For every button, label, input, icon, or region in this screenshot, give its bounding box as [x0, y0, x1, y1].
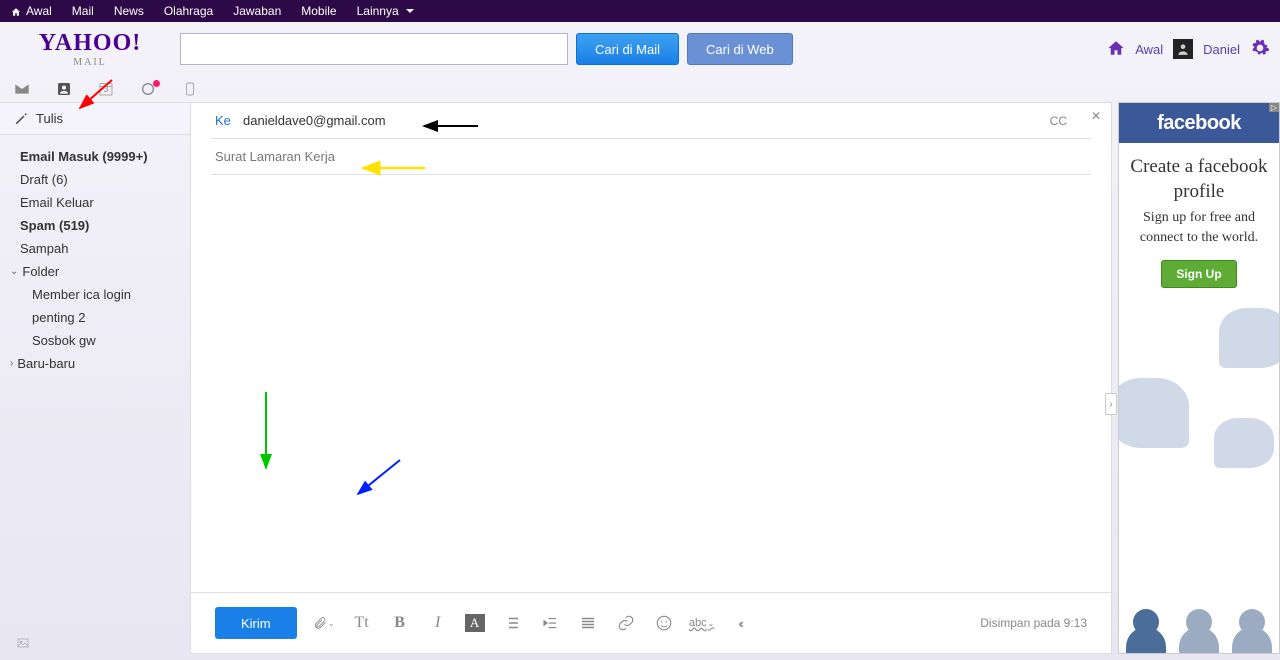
align-icon[interactable] — [577, 612, 599, 634]
folder-draft[interactable]: Draft (6) — [0, 168, 190, 191]
compose-label: Tulis — [36, 111, 63, 126]
highlight-icon[interactable]: A — [465, 614, 485, 632]
user-name[interactable]: Daniel — [1203, 42, 1240, 57]
compose-button[interactable]: Tulis — [0, 102, 190, 135]
folder-custom-1[interactable]: Member ica login — [0, 283, 190, 306]
send-button[interactable]: Kirim — [215, 607, 297, 639]
panel-collapse-handle[interactable]: › — [1105, 393, 1117, 415]
link-icon[interactable] — [615, 612, 637, 634]
nav-answers[interactable]: Jawaban — [233, 4, 281, 18]
to-label: Ke — [215, 113, 243, 128]
logo-product: MAIL — [0, 57, 180, 68]
chevron-right-icon: › — [10, 358, 13, 369]
user-area: Awal Daniel — [1107, 38, 1270, 61]
ad-badge: ▷ — [1269, 103, 1279, 112]
bold-icon[interactable]: B — [389, 612, 411, 634]
ad-headline: Create a facebook profile — [1119, 143, 1279, 208]
calendar-icon[interactable]: 3 — [96, 80, 116, 98]
home-icon[interactable] — [1107, 39, 1125, 60]
home-icon — [10, 6, 22, 16]
nav-mail[interactable]: Mail — [72, 4, 94, 18]
app-switcher: 3 — [0, 76, 1280, 102]
search-mail-button[interactable]: Cari di Mail — [576, 33, 679, 65]
sidebar: Tulis Email Masuk (9999+) Draft (6) Emai… — [0, 102, 190, 660]
compose-header: ✕ Ke danieldave0@gmail.com CC Surat Lama… — [191, 103, 1111, 175]
collapse-toolbar-icon[interactable]: ‹‹ — [729, 612, 751, 634]
emoji-icon[interactable] — [653, 612, 675, 634]
font-icon[interactable]: Tt — [351, 612, 373, 634]
logo-brand: YAHOO! — [0, 30, 180, 57]
subject-field[interactable]: Surat Lamaran Kerja — [191, 139, 1111, 174]
compose-body[interactable] — [191, 175, 1111, 592]
compose-toolbar: Kirim ⌄ Tt B I A abc⌄ ‹‹ Disimpan pada 9… — [191, 592, 1111, 653]
image-icon[interactable] — [16, 637, 30, 652]
nav-home-label: Awal — [26, 4, 52, 18]
nav-home[interactable]: Awal — [10, 4, 52, 18]
to-field[interactable]: Ke danieldave0@gmail.com CC — [191, 103, 1111, 138]
pencil-icon — [14, 112, 28, 126]
notepad-icon[interactable] — [138, 80, 158, 98]
folder-trash[interactable]: Sampah — [0, 237, 190, 260]
close-icon[interactable]: ✕ — [1091, 109, 1101, 123]
nav-news[interactable]: News — [114, 4, 144, 18]
to-value: danieldave0@gmail.com — [243, 113, 1050, 128]
search-input[interactable] — [180, 33, 568, 65]
mail-icon[interactable] — [12, 80, 32, 98]
spellcheck-icon[interactable]: abc⌄ — [691, 612, 713, 634]
folder-custom-2[interactable]: penting 2 — [0, 306, 190, 329]
ad-header: facebook — [1119, 103, 1279, 143]
chevron-down-icon: ⌄ — [10, 266, 18, 277]
global-nav: Awal Mail News Olahraga Jawaban Mobile L… — [0, 0, 1280, 22]
indent-icon[interactable] — [539, 612, 561, 634]
logo[interactable]: YAHOO! MAIL — [0, 30, 180, 68]
ad-artwork — [1119, 288, 1279, 653]
folder-inbox[interactable]: Email Masuk (9999+) — [0, 145, 190, 168]
italic-icon[interactable]: I — [427, 612, 449, 634]
compose-pane: ✕ Ke danieldave0@gmail.com CC Surat Lama… — [190, 102, 1112, 654]
mobile-icon[interactable] — [180, 80, 200, 98]
attach-icon[interactable]: ⌄ — [313, 612, 335, 634]
nav-mobile[interactable]: Mobile — [301, 4, 336, 18]
gear-icon[interactable] — [1250, 38, 1270, 61]
notification-dot — [153, 80, 160, 87]
avatar[interactable] — [1173, 39, 1193, 59]
saved-status: Disimpan pada 9:13 — [980, 616, 1087, 630]
recent-toggle[interactable]: › Baru-baru — [0, 352, 190, 375]
header: YAHOO! MAIL Cari di Mail Cari di Web Awa… — [0, 22, 1280, 76]
cc-toggle[interactable]: CC — [1050, 114, 1067, 128]
contacts-icon[interactable] — [54, 80, 74, 98]
folder-group-label: Folder — [22, 264, 59, 279]
chevron-down-icon: ⌄ — [328, 619, 335, 628]
divider — [211, 174, 1091, 175]
chevron-down-icon: ⌄ — [708, 619, 715, 628]
folder-toggle[interactable]: ⌄ Folder — [0, 260, 190, 283]
folder-custom-3[interactable]: Sosbok gw — [0, 329, 190, 352]
facebook-ad[interactable]: ▷ facebook Create a facebook profile Sig… — [1118, 102, 1280, 654]
nav-sports[interactable]: Olahraga — [164, 4, 213, 18]
ad-brand: facebook — [1157, 112, 1241, 135]
nav-more[interactable]: Lainnya — [357, 4, 414, 18]
folder-sent[interactable]: Email Keluar — [0, 191, 190, 214]
ad-subtext: Sign up for free and connect to the worl… — [1119, 208, 1279, 259]
home-label[interactable]: Awal — [1135, 42, 1163, 57]
folder-spam[interactable]: Spam (519) — [0, 214, 190, 237]
calendar-day: 3 — [96, 85, 116, 94]
list-icon[interactable] — [501, 612, 523, 634]
recent-label: Baru-baru — [17, 356, 75, 371]
folder-list: Email Masuk (9999+) Draft (6) Email Kelu… — [0, 135, 190, 385]
search-web-button[interactable]: Cari di Web — [687, 33, 793, 65]
main: Tulis Email Masuk (9999+) Draft (6) Emai… — [0, 102, 1280, 660]
ad-signup-button[interactable]: Sign Up — [1161, 260, 1236, 288]
